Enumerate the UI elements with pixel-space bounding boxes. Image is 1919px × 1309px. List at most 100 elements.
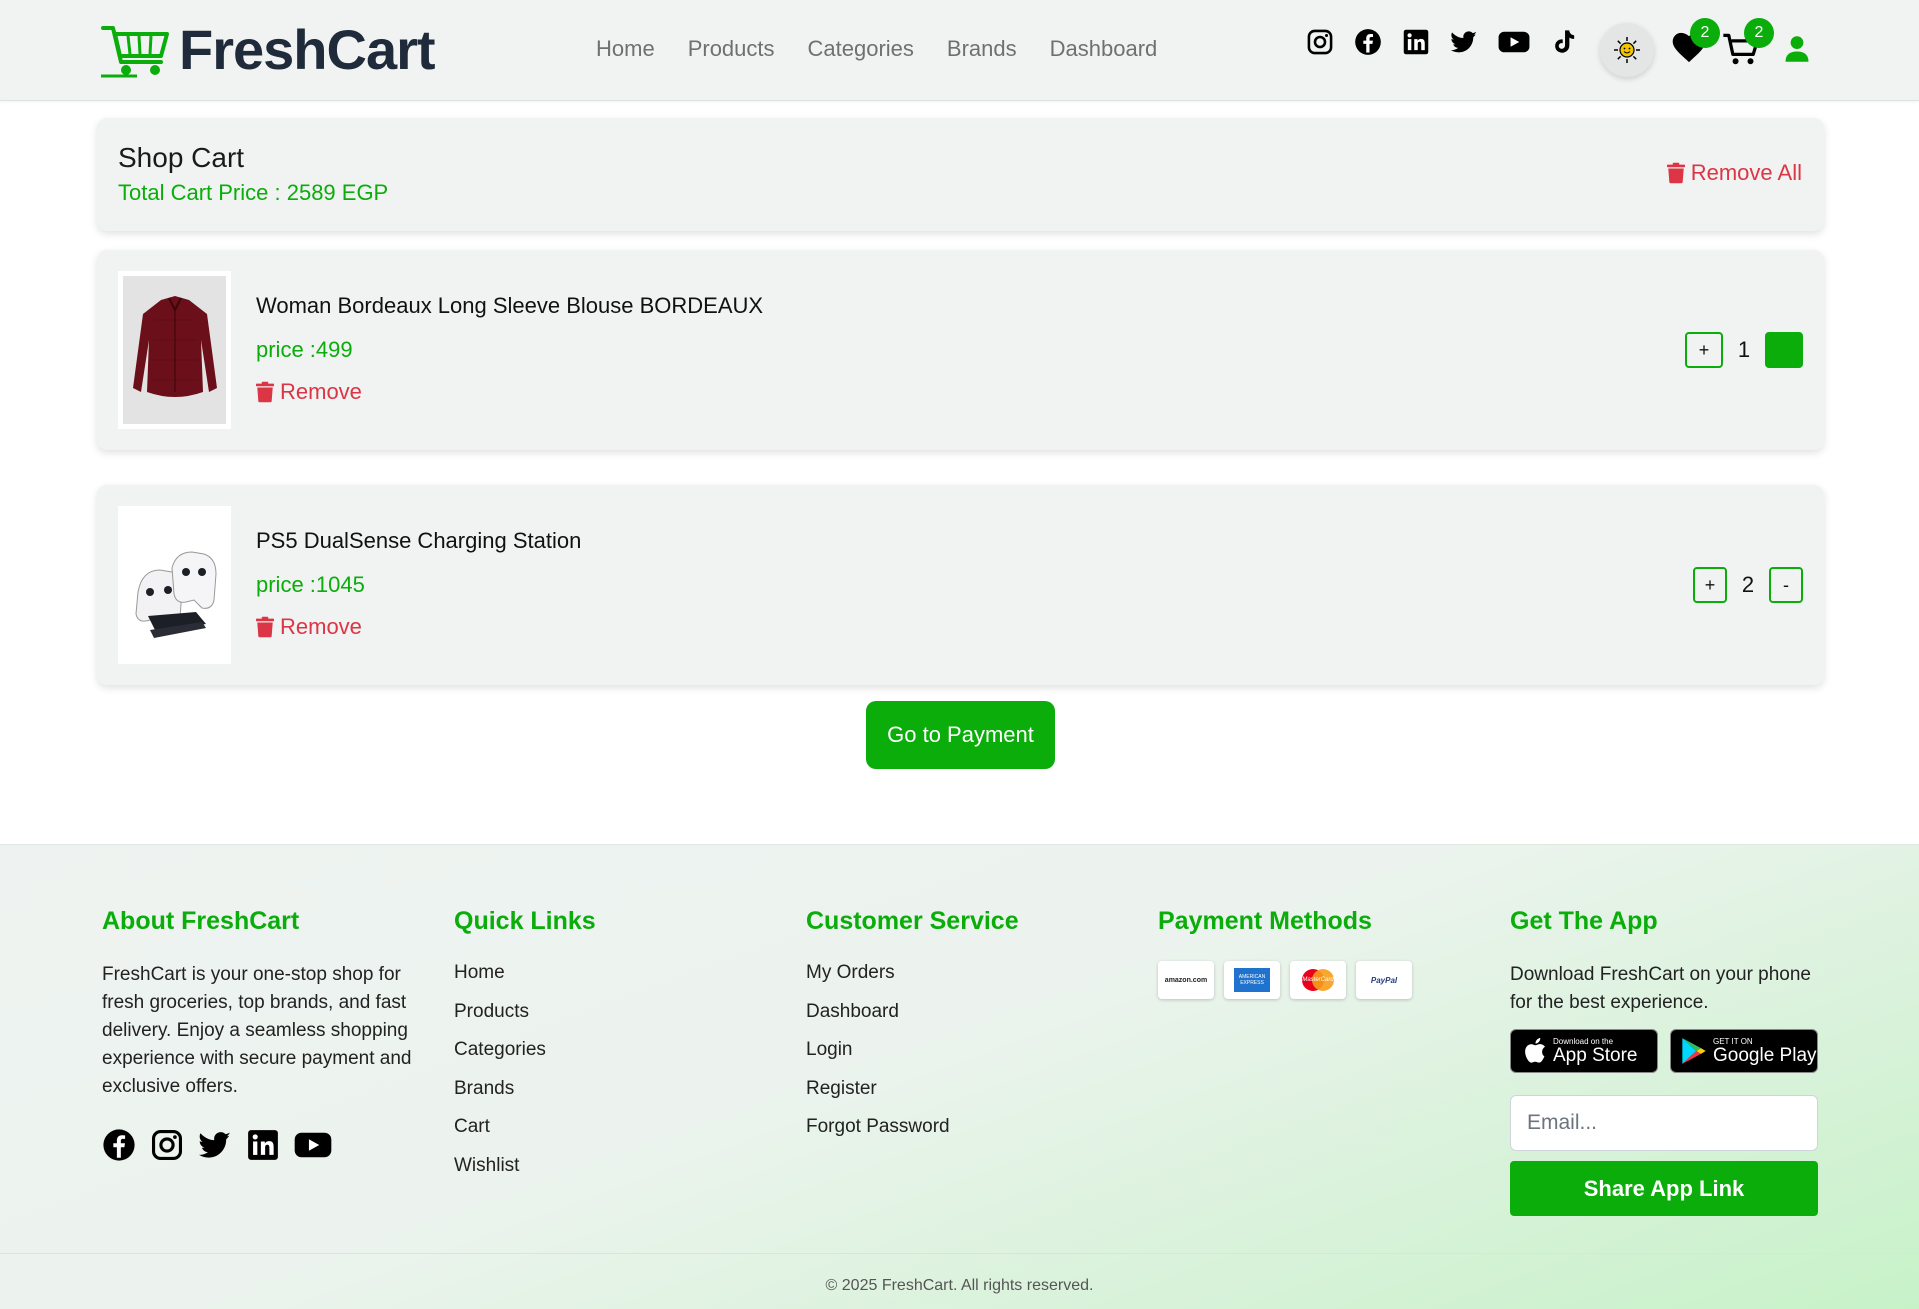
nav-links: Home Products Categories Brands Dashboar… [596,34,1190,64]
footer-about: About FreshCart FreshCart is your one-st… [102,907,412,1162]
cart-total-price: Total Cart Price : 2589 EGP [118,180,389,205]
quantity-stepper: + 2 - [1693,567,1803,603]
app-store-label: App Store [1553,1044,1638,1066]
cart-button[interactable]: 2 [1722,18,1774,66]
user-button[interactable] [1784,35,1810,63]
youtube-icon[interactable] [294,1128,332,1162]
app-store-badges: Download on the App Store GET IT ON Google… [1510,1029,1919,1073]
footer-link-forgot-password[interactable]: Forgot Password [806,1115,1019,1139]
footer-link-my-orders[interactable]: My Orders [806,961,1019,985]
footer-divider [0,1253,1919,1254]
product-name[interactable]: PS5 DualSense Charging Station [256,528,581,554]
google-play-label: Google Play [1713,1044,1817,1066]
product-image[interactable] [118,506,231,664]
navbar: FreshCart Home Products Categories Brand… [0,0,1919,101]
footer-link-login[interactable]: Login [806,1038,1019,1062]
remove-item-button[interactable]: Remove [256,379,362,405]
footer-quick-links: Quick Links Home Products Categories Bra… [454,907,596,1193]
instagram-icon[interactable] [1306,28,1334,56]
google-play-button[interactable]: GET IT ON Google Play [1670,1029,1818,1073]
linkedin-icon[interactable] [1402,28,1430,56]
nav-link-home[interactable]: Home [596,34,655,64]
user-icon [1785,36,1809,62]
footer-link-brands[interactable]: Brands [454,1077,596,1101]
decrease-quantity-button[interactable] [1765,332,1803,368]
copyright-text: © 2025 FreshCart. All rights reserved. [825,1277,1094,1294]
remove-all-button[interactable]: Remove All [1666,160,1802,186]
footer-customer-service-title: Customer Service [806,907,1019,935]
payment-cards: amazon.com AMERICAN EXPRESS MasterCard P… [1158,961,1412,999]
share-app-link-button[interactable]: Share App Link [1510,1161,1818,1216]
product-price: price :499 [256,337,353,362]
nav-link-categories[interactable]: Categories [808,34,914,64]
cart-count-badge: 2 [1744,18,1774,48]
remove-all-label: Remove All [1690,160,1802,185]
footer-about-text: FreshCart is your one-stop shop for fres… [102,964,412,1097]
paypal-icon: PayPal [1356,961,1412,999]
footer-payment-methods: Payment Methods amazon.com AMERICAN EXPR… [1158,907,1412,999]
footer-get-app: Get The App Download FreshCart on your p… [1510,907,1919,1216]
footer-social-icons [102,1128,412,1162]
product-price: price :1045 [256,572,365,597]
cart-title: Shop Cart [118,142,245,173]
footer-get-app-title: Get The App [1510,907,1658,935]
footer-about-title: About FreshCart [102,907,300,935]
footer-get-app-text: Download FreshCart on your phone for the… [1510,964,1812,1013]
apple-icon [1525,1038,1545,1063]
remove-item-label: Remove [280,614,362,639]
footer-link-register[interactable]: Register [806,1077,1019,1101]
brand-name: FreshCart [179,18,436,81]
nav-link-brands[interactable]: Brands [947,34,1017,64]
trash-icon [256,381,274,403]
nav-link-dashboard[interactable]: Dashboard [1050,34,1158,64]
twitter-icon[interactable] [198,1128,232,1162]
youtube-icon[interactable] [1498,28,1530,56]
trash-icon [1666,162,1685,184]
footer-quick-links-title: Quick Links [454,907,596,935]
product-image[interactable] [118,271,231,429]
tiktok-icon[interactable] [1550,28,1578,56]
cart-header-card: Shop Cart Total Cart Price : 2589 EGP Re… [97,118,1824,231]
brand-logo[interactable]: FreshCart [101,18,436,81]
decrease-quantity-button[interactable]: - [1769,567,1803,603]
footer-payment-methods-title: Payment Methods [1158,907,1372,935]
go-to-payment-button[interactable]: Go to Payment [866,701,1055,769]
app-store-button[interactable]: Download on the App Store [1510,1029,1658,1073]
sun-icon [1614,37,1640,63]
quantity-value: 1 [1737,337,1751,362]
amazon-pay-icon: amazon.com [1158,961,1214,999]
footer-link-home[interactable]: Home [454,961,596,985]
nav-link-products[interactable]: Products [688,34,775,64]
facebook-icon[interactable] [1354,28,1382,56]
cart-item: Woman Bordeaux Long Sleeve Blouse BORDEA… [97,250,1824,450]
facebook-icon[interactable] [102,1128,136,1162]
increase-quantity-button[interactable]: + [1693,567,1727,603]
quantity-stepper: + 1 [1685,332,1803,368]
twitter-icon[interactable] [1450,28,1478,56]
instagram-icon[interactable] [150,1128,184,1162]
google-play-icon [1682,1038,1706,1064]
remove-item-button[interactable]: Remove [256,614,362,640]
remove-item-label: Remove [280,379,362,404]
cart-item: PS5 DualSense Charging Station price :10… [97,485,1824,685]
footer-link-products[interactable]: Products [454,1000,596,1024]
wishlist-count-badge: 2 [1690,18,1720,48]
email-field[interactable] [1510,1095,1818,1151]
footer-link-wishlist[interactable]: Wishlist [454,1154,596,1178]
amex-icon: AMERICAN EXPRESS [1224,961,1280,999]
increase-quantity-button[interactable]: + [1685,332,1723,368]
footer: About FreshCart FreshCart is your one-st… [0,844,1919,1309]
trash-icon [256,616,274,638]
footer-link-categories[interactable]: Categories [454,1038,596,1062]
linkedin-icon[interactable] [246,1128,280,1162]
wishlist-button[interactable]: 2 [1672,18,1720,66]
product-name[interactable]: Woman Bordeaux Long Sleeve Blouse BORDEA… [256,293,763,319]
footer-link-dashboard[interactable]: Dashboard [806,1000,1019,1024]
mastercard-icon: MasterCard [1290,961,1346,999]
footer-link-cart[interactable]: Cart [454,1115,596,1139]
footer-customer-service: Customer Service My Orders Dashboard Log… [806,907,1019,1154]
social-icons [1306,28,1598,56]
cart-logo-icon [101,26,169,78]
theme-toggle-button[interactable] [1600,23,1654,77]
quantity-value: 2 [1741,572,1755,597]
